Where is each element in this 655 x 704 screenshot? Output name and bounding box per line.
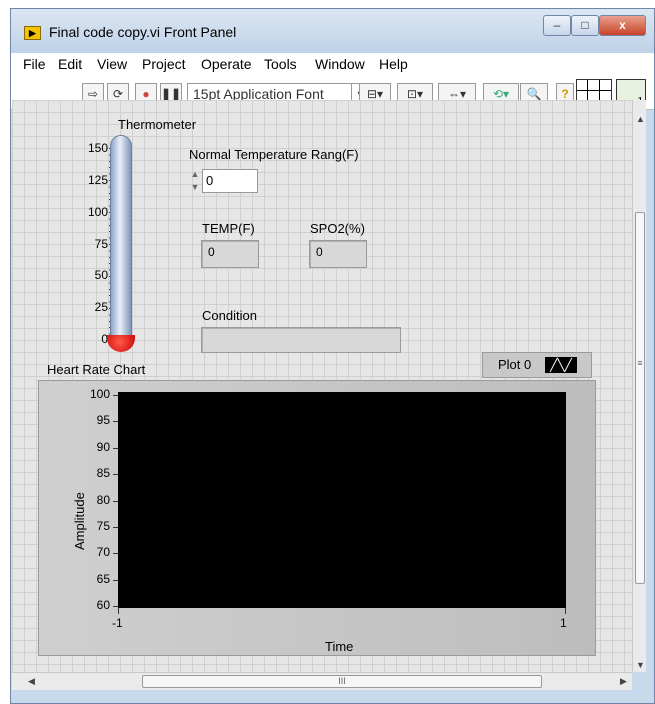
y-tick-mark [113,606,118,607]
close-button[interactable]: x [599,15,646,36]
normal-temp-input[interactable]: 0 [202,169,258,193]
thermometer-label: Thermometer [118,117,197,132]
thermometer-tube [110,135,132,338]
temp-indicator: 0 [201,240,259,268]
therm-tick: 100 [87,205,108,219]
spo2-label: SPO2(%) [310,221,365,236]
therm-tick: 75 [94,237,108,251]
y-axis-label: Amplitude [72,492,87,550]
labview-vi-icon: ▶ [24,26,41,40]
therm-tick: 0 [101,332,108,346]
menu-operate[interactable]: Operate [201,56,252,72]
y-tick-label: 90 [96,439,110,454]
x-axis-label: Time [325,639,354,654]
y-tick-label: 100 [89,387,110,401]
menu-tools[interactable]: Tools [264,56,297,72]
menu-edit[interactable]: Edit [58,56,82,72]
x-tick-mark [118,608,119,614]
therm-tick: 150 [87,141,108,155]
maximize-button[interactable]: □ [571,15,599,36]
vertical-scrollbar[interactable]: ▲ ≡ ▼ [632,100,646,672]
y-tick-label: 95 [96,413,110,428]
y-tick-mark [113,474,118,476]
temp-label: TEMP(F) [202,221,255,236]
title-bar: ▶ Final code copy.vi Front Panel – □ x [11,9,654,53]
plot-legend[interactable]: Plot 0 ╱╲╱ [482,352,592,378]
normal-temp-label: Normal Temperature Rang(F) [189,147,359,162]
chart-label: Heart Rate Chart [47,362,146,377]
increment-decrement-arrows[interactable]: ▲ ▼ [189,168,201,196]
therm-tick: 25 [94,300,108,314]
x-tick-mark [565,608,566,614]
therm-tick: 125 [87,173,108,187]
menu-help[interactable]: Help [379,56,408,72]
y-tick-label: 65 [96,571,110,586]
spo2-indicator: 0 [309,240,367,268]
x-tick-min: -1 [112,616,123,630]
condition-indicator [201,327,401,353]
minimize-button[interactable]: – [543,15,571,36]
y-tick-mark [113,500,118,502]
y-tick-label: 85 [96,466,110,481]
menu-file[interactable]: File [23,56,46,72]
window-title: Final code copy.vi Front Panel [49,24,237,40]
plot-legend-name: Plot 0 [498,357,532,372]
x-tick-max: 1 [560,616,567,630]
y-tick-mark [113,553,118,555]
condition-label: Condition [202,308,257,323]
scroll-up-icon[interactable]: ▲ [636,114,645,124]
menu-window[interactable]: Window [315,56,365,72]
scroll-right-icon[interactable]: ▶ [620,676,627,687]
menu-view[interactable]: View [97,56,127,72]
y-tick-label: 60 [96,598,110,612]
scroll-left-icon[interactable]: ◀ [28,676,35,687]
horizontal-scroll-thumb[interactable]: III [142,675,542,688]
scroll-down-icon[interactable]: ▼ [636,660,645,670]
plot-line-style-icon: ╱╲╱ [545,357,577,373]
y-tick-mark [113,579,118,581]
menu-bar: File Edit View Project Operate Tools Win… [11,53,654,75]
y-tick-mark [113,395,118,396]
horizontal-scrollbar[interactable]: ◀ III ▶ [12,672,632,690]
y-tick-mark [113,421,118,423]
y-tick-mark [113,526,118,528]
menu-project[interactable]: Project [142,56,186,72]
chart-plot-area[interactable] [118,392,566,608]
therm-tick: 50 [94,268,108,282]
y-tick-mark [113,447,118,449]
vertical-scroll-thumb[interactable]: ≡ [635,212,645,584]
